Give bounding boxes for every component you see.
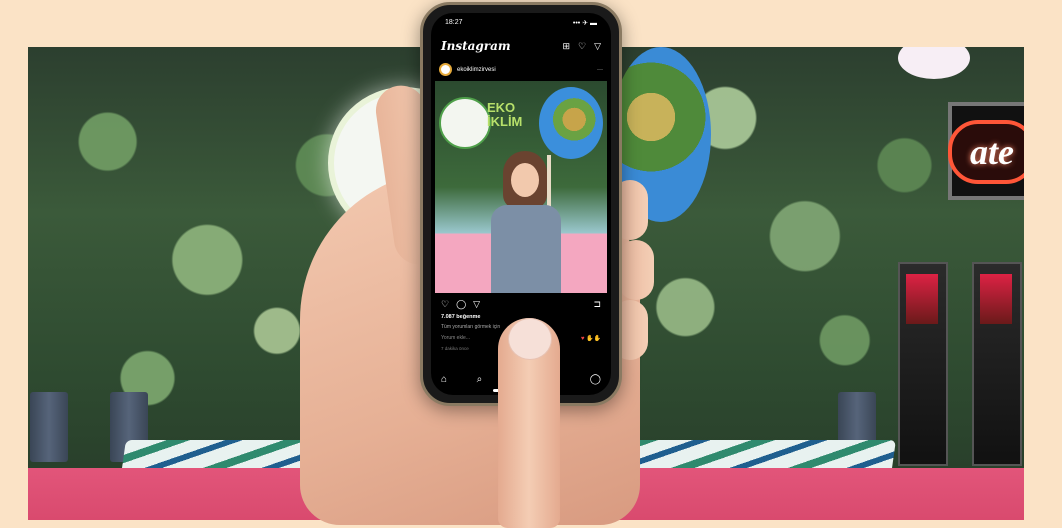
save-icon[interactable]: ⊐ — [593, 299, 601, 310]
header-icons: ⊞ ♡ ▽ — [562, 41, 601, 52]
home-icon[interactable]: ⌂ — [441, 374, 447, 385]
more-icon[interactable]: ··· — [597, 67, 603, 73]
view-comments-link[interactable]: Tüm yorumları görmek için — [441, 324, 500, 330]
finger — [618, 240, 654, 300]
vending-machine — [898, 262, 948, 466]
status-icons: ••• ✈ ▬ — [572, 20, 597, 27]
reaction-icons[interactable]: ♥ ✋✋ — [581, 335, 601, 342]
girl-face — [511, 163, 539, 197]
post-username[interactable]: ekoiklimzirvesi — [457, 67, 592, 73]
profile-icon[interactable]: ◯ — [590, 374, 601, 385]
comment-icon[interactable]: ◯ — [456, 299, 466, 310]
comment-input[interactable]: Yorum ekle... — [441, 335, 470, 342]
neon-sign: ate — [948, 120, 1024, 184]
girl-body — [491, 205, 561, 293]
heart-icon[interactable]: ♡ — [578, 41, 586, 52]
plus-square-icon[interactable]: ⊞ — [562, 41, 570, 52]
plant-pot — [30, 392, 68, 462]
app-logo: Instagram — [441, 39, 511, 53]
photo-globe — [539, 87, 603, 159]
app-header: Instagram ⊞ ♡ ▽ — [441, 39, 601, 53]
search-icon[interactable]: ⌕ — [477, 374, 483, 385]
fingernail — [508, 318, 552, 360]
likes-count[interactable]: 7.087 beğenme — [441, 314, 480, 320]
photo-logo — [439, 97, 491, 149]
post-header: ekoiklimzirvesi ··· — [439, 63, 603, 76]
share-icon[interactable]: ▽ — [473, 299, 480, 310]
avatar[interactable] — [439, 63, 452, 76]
like-icon[interactable]: ♡ — [441, 299, 449, 310]
post-time: 7 dakika önce — [441, 346, 469, 351]
status-time: 18:27 — [445, 19, 463, 26]
photo-eko-text: EKO İKLİM — [487, 100, 523, 129]
send-icon[interactable]: ▽ — [594, 41, 601, 52]
photo-girl — [491, 151, 561, 293]
notch — [491, 13, 551, 25]
vending-machine — [972, 262, 1022, 466]
post-photo[interactable]: EKO İKLİM — [435, 81, 607, 293]
post-actions: ♡ ◯ ▽ ⊐ — [441, 299, 601, 310]
